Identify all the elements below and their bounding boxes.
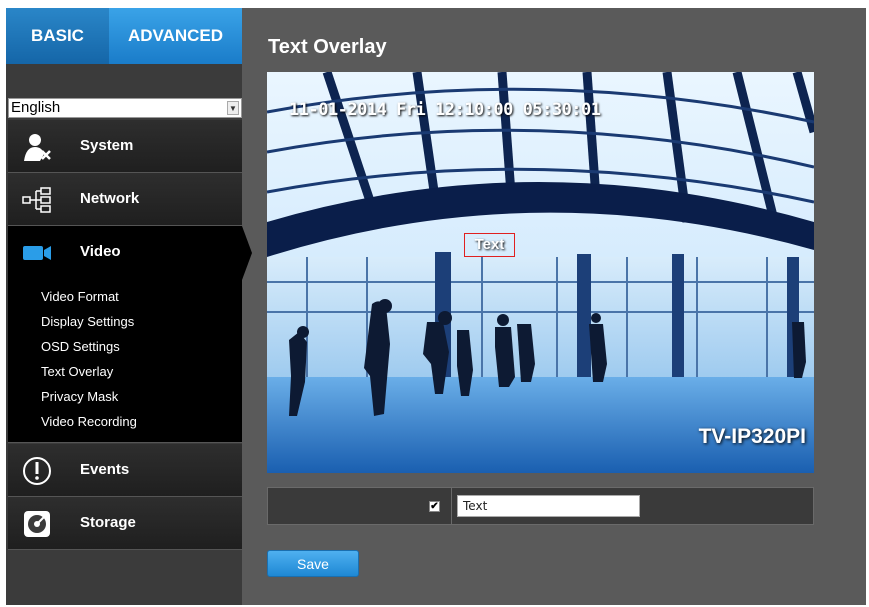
- camera-model-label: TV-IP320PI: [698, 425, 806, 448]
- page-title: Text Overlay: [268, 36, 387, 58]
- submenu-text-overlay[interactable]: Text Overlay: [41, 364, 113, 379]
- camera-scene-image: [267, 72, 814, 473]
- save-button[interactable]: Save: [267, 550, 359, 577]
- sidebar-item-label: Storage: [80, 514, 136, 531]
- osd-timestamp: 11-01-2014 Fri 12:10:00 05:30:01: [289, 100, 601, 120]
- network-icon: [22, 187, 51, 213]
- sidebar-item-network[interactable]: Network: [8, 173, 242, 226]
- text-overlay-checkbox[interactable]: ✔: [429, 501, 440, 512]
- sidebar-item-label: Video: [80, 243, 121, 260]
- submenu-video-format[interactable]: Video Format: [41, 289, 119, 304]
- sidebar-item-system[interactable]: System: [8, 120, 242, 173]
- sidebar-item-label: Events: [80, 461, 130, 478]
- submenu-display-settings[interactable]: Display Settings: [41, 314, 134, 329]
- video-camera-icon: [23, 246, 51, 260]
- language-strip: [6, 64, 242, 98]
- active-section-pointer: [242, 226, 252, 280]
- storage-disk-icon: [24, 511, 50, 537]
- sidebar-item-label: Network: [80, 190, 140, 207]
- text-overlay-input[interactable]: Text: [457, 495, 640, 517]
- camera-preview: 11-01-2014 Fri 12:10:00 05:30:01 Text TV…: [267, 72, 814, 473]
- chevron-down-icon[interactable]: ▼: [227, 101, 239, 115]
- submenu-video-recording[interactable]: Video Recording: [41, 414, 137, 429]
- row-divider: [451, 488, 452, 524]
- sidebar-item-events[interactable]: Events: [8, 444, 242, 497]
- sidebar-item-storage[interactable]: Storage: [8, 497, 242, 550]
- user-settings-icon: [24, 134, 51, 161]
- submenu-privacy-mask[interactable]: Privacy Mask: [41, 389, 118, 404]
- submenu-osd-settings[interactable]: OSD Settings: [41, 339, 120, 354]
- language-select-value: English: [11, 99, 61, 116]
- alert-icon: [23, 457, 51, 485]
- sidebar: BASIC ADVANCED English ▼ System Network …: [6, 8, 252, 605]
- language-select[interactable]: English ▼: [8, 98, 242, 118]
- tab-advanced[interactable]: ADVANCED: [109, 8, 242, 64]
- app-frame: BASIC ADVANCED English ▼ System Network …: [6, 8, 866, 605]
- text-overlay-settings-row: ✔ Text: [267, 487, 814, 525]
- tab-basic[interactable]: BASIC: [6, 8, 109, 64]
- sidebar-item-video[interactable]: Video Video Format Display Settings OSD …: [8, 226, 242, 443]
- text-overlay-box[interactable]: Text: [464, 233, 515, 257]
- sidebar-item-label: System: [80, 137, 134, 154]
